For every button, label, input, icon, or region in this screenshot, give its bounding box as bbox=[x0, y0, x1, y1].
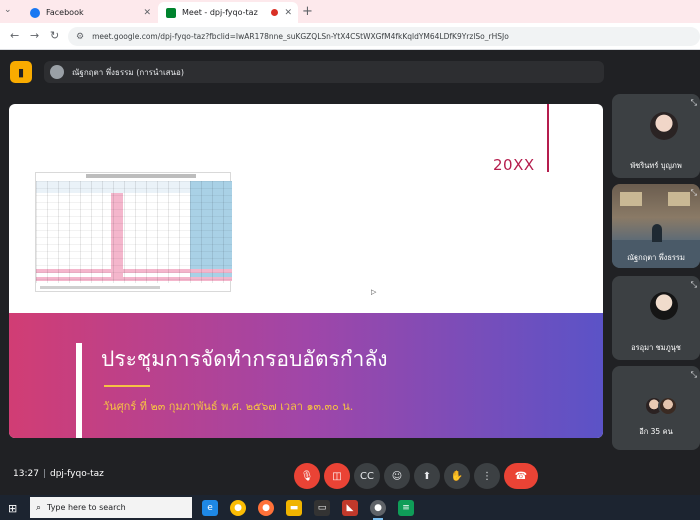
avatar bbox=[650, 112, 678, 140]
site-info-icon[interactable]: ⚙ bbox=[76, 32, 84, 42]
firefox-icon[interactable]: ● bbox=[258, 500, 274, 516]
pin-icon[interactable]: ⤡ bbox=[691, 98, 697, 108]
participant-name: อรอุมา ชมภูนุช bbox=[631, 343, 681, 352]
meeting-code: dpj-fyqo-taz bbox=[49, 469, 104, 479]
url-text: meet.google.com/dpj-fyqo-taz?fbclid=IwAR… bbox=[92, 32, 509, 41]
presenter-name: ณัฐกฤตา พึ่งธรรม (การนำเสนอ) bbox=[72, 67, 184, 77]
taskbar-search-input[interactable]: ⌕ Type here to search bbox=[30, 497, 192, 518]
clock-time: 13:27 bbox=[13, 469, 39, 479]
close-tab-icon[interactable]: ✕ bbox=[143, 8, 151, 18]
reload-icon[interactable]: ↻ bbox=[50, 29, 59, 42]
pin-icon[interactable]: ⤡ bbox=[691, 188, 697, 198]
participant-tile[interactable]: ⤡ พัชรินทร์ บุญภพ bbox=[612, 94, 700, 178]
slide-title: ประชุมการจัดทำกรอบอัตรกำลัง bbox=[101, 347, 388, 371]
raise-hand-button[interactable]: ✋ bbox=[444, 463, 470, 489]
tab-search-icon[interactable]: ⌄ bbox=[4, 5, 12, 15]
more-options-button[interactable]: ⋮ bbox=[474, 463, 500, 489]
forward-icon[interactable]: → bbox=[30, 29, 39, 42]
close-tab-icon[interactable]: ✕ bbox=[284, 8, 292, 18]
pin-icon[interactable]: ⤡ bbox=[691, 370, 697, 380]
app-icon[interactable]: ◣ bbox=[342, 500, 358, 516]
facebook-favicon-icon bbox=[30, 7, 40, 18]
search-placeholder: Type here to search bbox=[47, 503, 126, 512]
meet-logo-icon[interactable]: ▮ bbox=[10, 61, 32, 83]
participant-name: พัชรินทร์ บุญภพ bbox=[630, 161, 682, 170]
edge-icon[interactable]: e bbox=[202, 500, 218, 516]
mic-off-button[interactable]: 🎙 bbox=[294, 463, 320, 489]
recording-indicator-icon bbox=[271, 9, 278, 16]
presenter-avatar bbox=[50, 65, 64, 79]
meet-stage: ▮ ณัฐกฤตา พึ่งธรรม (การนำเสนอ) 20XX ▷ ปร… bbox=[0, 50, 700, 495]
others-tile[interactable]: ⤡ อีก 35 คน bbox=[612, 366, 700, 450]
meet-favicon-icon bbox=[166, 7, 176, 18]
presenter-chip: ณัฐกฤตา พึ่งธรรม (การนำเสนอ) bbox=[44, 61, 604, 83]
others-count: อีก 35 คน bbox=[639, 427, 673, 436]
mouse-cursor-icon: ▷ bbox=[371, 288, 377, 296]
file-explorer-icon[interactable]: ▬ bbox=[286, 500, 302, 516]
slide-banner: ประชุมการจัดทำกรอบอัตรกำลัง วันศุกร์ ที่… bbox=[9, 313, 603, 438]
url-field[interactable]: ⚙ meet.google.com/dpj-fyqo-taz?fbclid=Iw… bbox=[68, 27, 700, 46]
leave-call-button[interactable]: ☎ bbox=[504, 463, 538, 489]
meeting-info: 13:27 | dpj-fyqo-taz bbox=[13, 469, 104, 479]
spreadsheet-thumbnail bbox=[35, 172, 232, 292]
slide-year: 20XX bbox=[493, 156, 535, 174]
present-screen-button[interactable]: ⬆ bbox=[414, 463, 440, 489]
avatar bbox=[650, 292, 678, 320]
new-tab-button[interactable]: + bbox=[302, 4, 313, 19]
chrome-icon[interactable]: ● bbox=[230, 500, 246, 516]
chrome-active-icon[interactable]: ● bbox=[370, 500, 386, 520]
slide-date: วันศุกร์ ที่ ๒๓ กุมภาพันธ์ พ.ศ. ๒๕๖๗ เวล… bbox=[103, 400, 354, 413]
presentation-slide: 20XX ▷ ประชุมการจัดทำกรอบอัตรกำลัง วันศุ… bbox=[9, 104, 603, 438]
sheets-icon[interactable]: ≡ bbox=[398, 500, 414, 516]
avatar bbox=[658, 396, 678, 416]
captions-button[interactable]: CC bbox=[354, 463, 380, 489]
tab-label: Facebook bbox=[46, 8, 84, 17]
windows-taskbar: ⊞ ⌕ Type here to search e ● ● ▬ ▭ ◣ ● ≡ bbox=[0, 495, 700, 520]
tab-label: Meet - dpj-fyqo-taz bbox=[182, 8, 258, 17]
participant-name: ณัฐกฤตา พึ่งธรรม bbox=[627, 253, 685, 262]
windows-start-icon[interactable]: ⊞ bbox=[8, 502, 17, 515]
back-icon[interactable]: ← bbox=[10, 29, 19, 42]
participant-tile[interactable]: ⤡ อรอุมา ชมภูนุช bbox=[612, 276, 700, 360]
terminal-icon[interactable]: ▭ bbox=[314, 500, 330, 516]
emoji-reaction-button[interactable]: ☺ bbox=[384, 463, 410, 489]
camera-off-button[interactable]: ◫ bbox=[324, 463, 350, 489]
pin-icon[interactable]: ⤡ bbox=[691, 280, 697, 290]
tab-meet[interactable]: Meet - dpj-fyqo-taz ✕ bbox=[158, 2, 298, 23]
browser-tab-bar: ⌄ Facebook ✕ Meet - dpj-fyqo-taz ✕ + bbox=[0, 0, 700, 23]
slide-accent-line bbox=[547, 104, 549, 172]
address-bar: ← → ↻ ⚙ meet.google.com/dpj-fyqo-taz?fbc… bbox=[0, 23, 700, 50]
meet-control-bar: 13:27 | dpj-fyqo-taz 🎙 ◫ CC ☺ ⬆ ✋ ⋮ ☎ bbox=[0, 458, 700, 495]
participant-tile[interactable]: ⤡ ณัฐกฤตา พึ่งธรรม bbox=[612, 184, 700, 268]
search-icon: ⌕ bbox=[36, 502, 42, 513]
tab-facebook[interactable]: Facebook ✕ bbox=[22, 2, 157, 23]
